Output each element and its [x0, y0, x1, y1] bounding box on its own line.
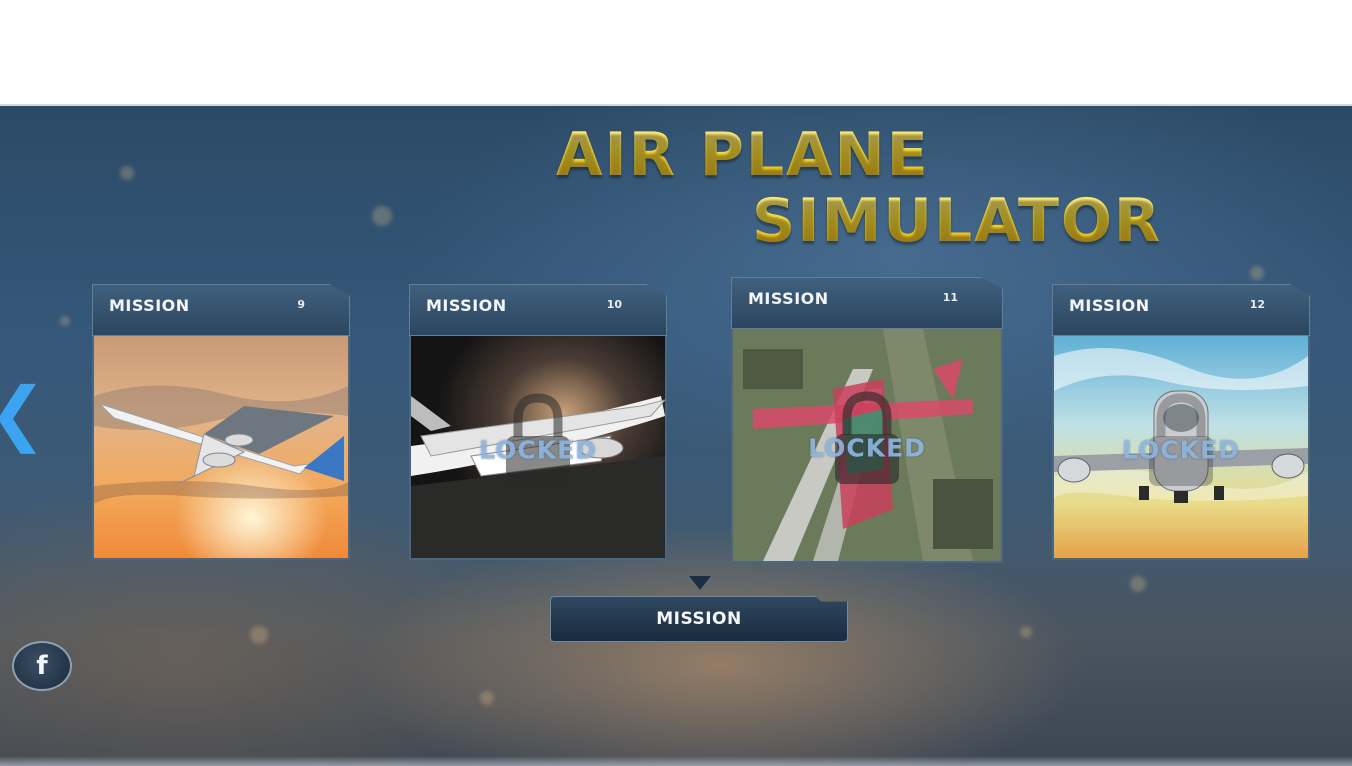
locked-overlay: LOCKED: [733, 329, 1001, 561]
mission-number: 11: [942, 291, 958, 304]
mission-label: MISSION: [748, 289, 829, 308]
mission-card-header: MISSION 9: [92, 284, 350, 336]
mission-card-12[interactable]: MISSION 12 LOCKED: [1052, 284, 1310, 560]
mission-card-header: MISSION 11: [731, 277, 1003, 329]
facebook-icon[interactable]: f: [12, 641, 72, 691]
mission-thumbnail: LOCKED: [409, 336, 667, 560]
locked-label: LOCKED: [808, 433, 926, 463]
bokeh-light: [480, 691, 494, 705]
mission-button[interactable]: MISSION: [550, 596, 848, 642]
mission-label: MISSION: [426, 296, 507, 315]
top-blank-area: [0, 0, 1352, 104]
bokeh-light: [1250, 266, 1264, 280]
mission-card-11[interactable]: MISSION 11 LOCKED: [731, 277, 1003, 563]
locked-overlay: LOCKED: [1054, 336, 1308, 558]
game-title-line1: AIR PLANE: [556, 120, 930, 190]
locked-label: LOCKED: [1122, 435, 1240, 465]
mission-thumbnail: LOCKED: [731, 329, 1003, 563]
game-title-line2: SIMULATOR: [752, 186, 1163, 256]
bokeh-light: [1130, 576, 1146, 592]
locked-overlay: LOCKED: [411, 336, 665, 558]
mission-card-10[interactable]: MISSION 10 LOCKED: [409, 284, 667, 560]
mission-card-header: MISSION 12: [1052, 284, 1310, 336]
mission-label: MISSION: [1069, 296, 1150, 315]
mission-number: 9: [297, 298, 305, 311]
selection-marker-icon: [689, 576, 711, 590]
mission-label: MISSION: [109, 296, 190, 315]
bokeh-light: [250, 626, 268, 644]
previous-page-arrow-icon[interactable]: ❮: [0, 376, 48, 450]
mission-select-screen: AIR PLANE SIMULATOR ❮ MISSION 9: [0, 104, 1352, 766]
mission-number: 12: [1249, 298, 1265, 311]
mission-thumbnail: [92, 336, 350, 560]
mission-thumbnail: LOCKED: [1052, 336, 1310, 560]
bokeh-light: [372, 206, 392, 226]
locked-label: LOCKED: [479, 435, 597, 465]
bokeh-light: [120, 166, 134, 180]
mission-card-header: MISSION 10: [409, 284, 667, 336]
bokeh-light: [1020, 626, 1032, 638]
airliner-sunset-image: [94, 336, 348, 558]
mission-number: 10: [606, 298, 622, 311]
bokeh-light: [60, 316, 70, 326]
mission-card-9[interactable]: MISSION 9: [92, 284, 350, 560]
